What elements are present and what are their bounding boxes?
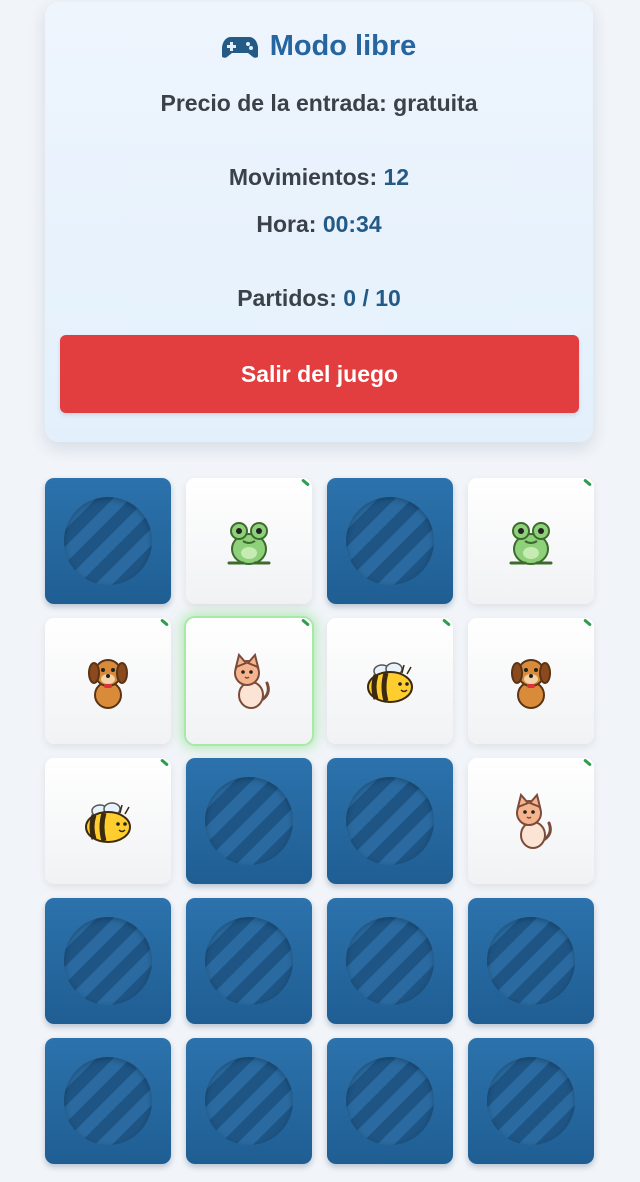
revealed-marker-icon — [157, 618, 171, 632]
card-frog[interactable] — [468, 478, 594, 604]
card-back-pattern — [487, 1057, 575, 1145]
card-face-down[interactable] — [45, 898, 171, 1024]
dog-icon — [501, 651, 561, 711]
card-face-down[interactable] — [186, 758, 312, 884]
card-face-down[interactable] — [45, 1038, 171, 1164]
card-cat-selected[interactable] — [186, 618, 312, 744]
time-stat: Hora: 00:34 — [45, 211, 593, 238]
revealed-marker-icon — [580, 758, 594, 772]
card-dog[interactable] — [468, 618, 594, 744]
dog-icon — [78, 651, 138, 711]
card-cat[interactable] — [468, 758, 594, 884]
card-frog[interactable] — [186, 478, 312, 604]
card-back-pattern — [346, 1057, 434, 1145]
card-back-pattern — [64, 917, 152, 1005]
revealed-marker-icon — [580, 618, 594, 632]
time-label: Hora: — [256, 211, 317, 237]
card-face-down[interactable] — [327, 898, 453, 1024]
frog-icon — [219, 511, 279, 571]
time-value: 00:34 — [322, 211, 382, 237]
revealed-marker-icon — [298, 618, 312, 632]
card-back-pattern — [205, 1057, 293, 1145]
game-info-panel: Modo libre Precio de la entrada: gratuit… — [45, 2, 593, 442]
card-face-down[interactable] — [186, 898, 312, 1024]
revealed-marker-icon — [439, 618, 453, 632]
card-bee[interactable] — [327, 618, 453, 744]
card-back-pattern — [205, 777, 293, 865]
card-face-down[interactable] — [186, 1038, 312, 1164]
pairs-value: 0 / 10 — [343, 285, 401, 311]
card-face-down[interactable] — [327, 1038, 453, 1164]
bee-icon — [360, 651, 420, 711]
moves-value: 12 — [383, 164, 410, 190]
revealed-marker-icon — [157, 758, 171, 772]
card-dog[interactable] — [45, 618, 171, 744]
card-back-pattern — [64, 1057, 152, 1145]
card-back-pattern — [346, 917, 434, 1005]
frog-icon — [501, 511, 561, 571]
card-back-pattern — [487, 917, 575, 1005]
card-face-down[interactable] — [468, 1038, 594, 1164]
gamepad-icon — [221, 36, 258, 58]
revealed-marker-icon — [580, 478, 594, 492]
cat-icon — [501, 791, 561, 851]
card-face-down[interactable] — [45, 478, 171, 604]
card-back-pattern — [346, 777, 434, 865]
card-face-down[interactable] — [327, 478, 453, 604]
card-back-pattern — [346, 497, 434, 585]
card-face-down[interactable] — [468, 898, 594, 1024]
moves-label: Movimientos: — [228, 164, 378, 190]
moves-stat: Movimientos: 12 — [45, 164, 593, 191]
card-bee[interactable] — [45, 758, 171, 884]
card-face-down[interactable] — [327, 758, 453, 884]
card-back-pattern — [205, 917, 293, 1005]
card-back-pattern — [64, 497, 152, 585]
cat-icon — [219, 651, 279, 711]
revealed-marker-icon — [298, 478, 312, 492]
card-grid — [45, 478, 594, 1164]
mode-title: Modo libre — [45, 30, 593, 63]
bee-icon — [78, 791, 138, 851]
mode-title-text: Modo libre — [269, 30, 417, 62]
pairs-stat: Partidos: 0 / 10 — [45, 285, 593, 312]
exit-game-button[interactable]: Salir del juego — [60, 335, 579, 413]
pairs-label: Partidos: — [237, 285, 337, 311]
entry-price: Precio de la entrada: gratuita — [160, 90, 478, 116]
